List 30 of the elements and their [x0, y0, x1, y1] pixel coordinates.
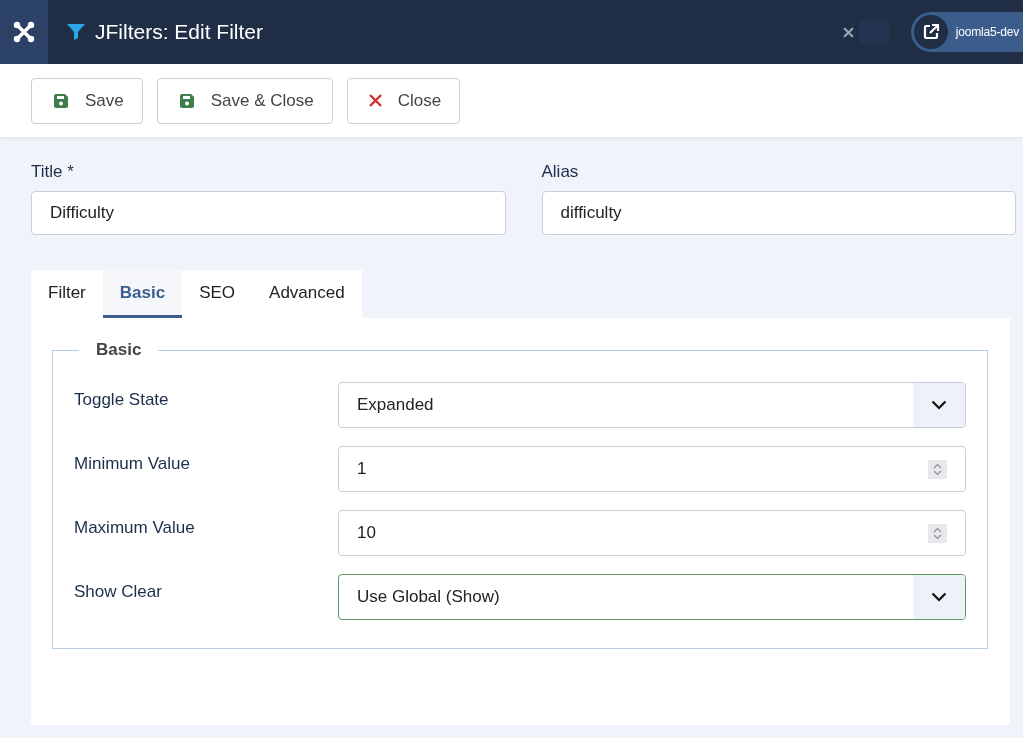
- logo-tile[interactable]: [0, 0, 48, 64]
- field-label: Minimum Value: [74, 454, 191, 474]
- filter-icon: [67, 24, 85, 40]
- save-button[interactable]: Save & Close: [156, 77, 333, 124]
- external-link-icon: [913, 15, 948, 49]
- spinner-arrows-icon[interactable]: [928, 459, 947, 479]
- save-button[interactable]: Save: [31, 77, 143, 124]
- field-label: Toggle State: [74, 390, 170, 410]
- field-label: Maximum Value: [74, 518, 196, 538]
- number-input[interactable]: 1: [338, 446, 966, 492]
- tab[interactable]: Basic: [102, 270, 183, 318]
- field-label: Alias: [541, 162, 580, 182]
- site-link-button[interactable]: joomla5-dev: [910, 12, 1023, 52]
- alias-input[interactable]: difficulty: [541, 191, 1016, 235]
- tab[interactable]: Filter: [31, 270, 103, 318]
- chevron-down-icon: [913, 575, 965, 619]
- close-icon: [368, 94, 382, 107]
- title-input[interactable]: Difficulty: [31, 191, 506, 235]
- fieldset-legend: Basic: [79, 340, 159, 360]
- field-label: Show Clear: [74, 582, 163, 602]
- tab[interactable]: SEO: [182, 270, 253, 318]
- chevron-down-icon: [913, 383, 965, 427]
- number-input[interactable]: 10: [338, 510, 966, 556]
- close-button[interactable]: Close: [346, 77, 461, 124]
- tab[interactable]: Advanced: [252, 270, 362, 318]
- field-label: Title *: [31, 162, 75, 182]
- select-dropdown[interactable]: Use Global (Show): [338, 574, 966, 620]
- page-title: JFilters: Edit Filter: [95, 20, 264, 44]
- select-dropdown[interactable]: Expanded: [338, 382, 966, 428]
- spinner-arrows-icon[interactable]: [928, 523, 947, 543]
